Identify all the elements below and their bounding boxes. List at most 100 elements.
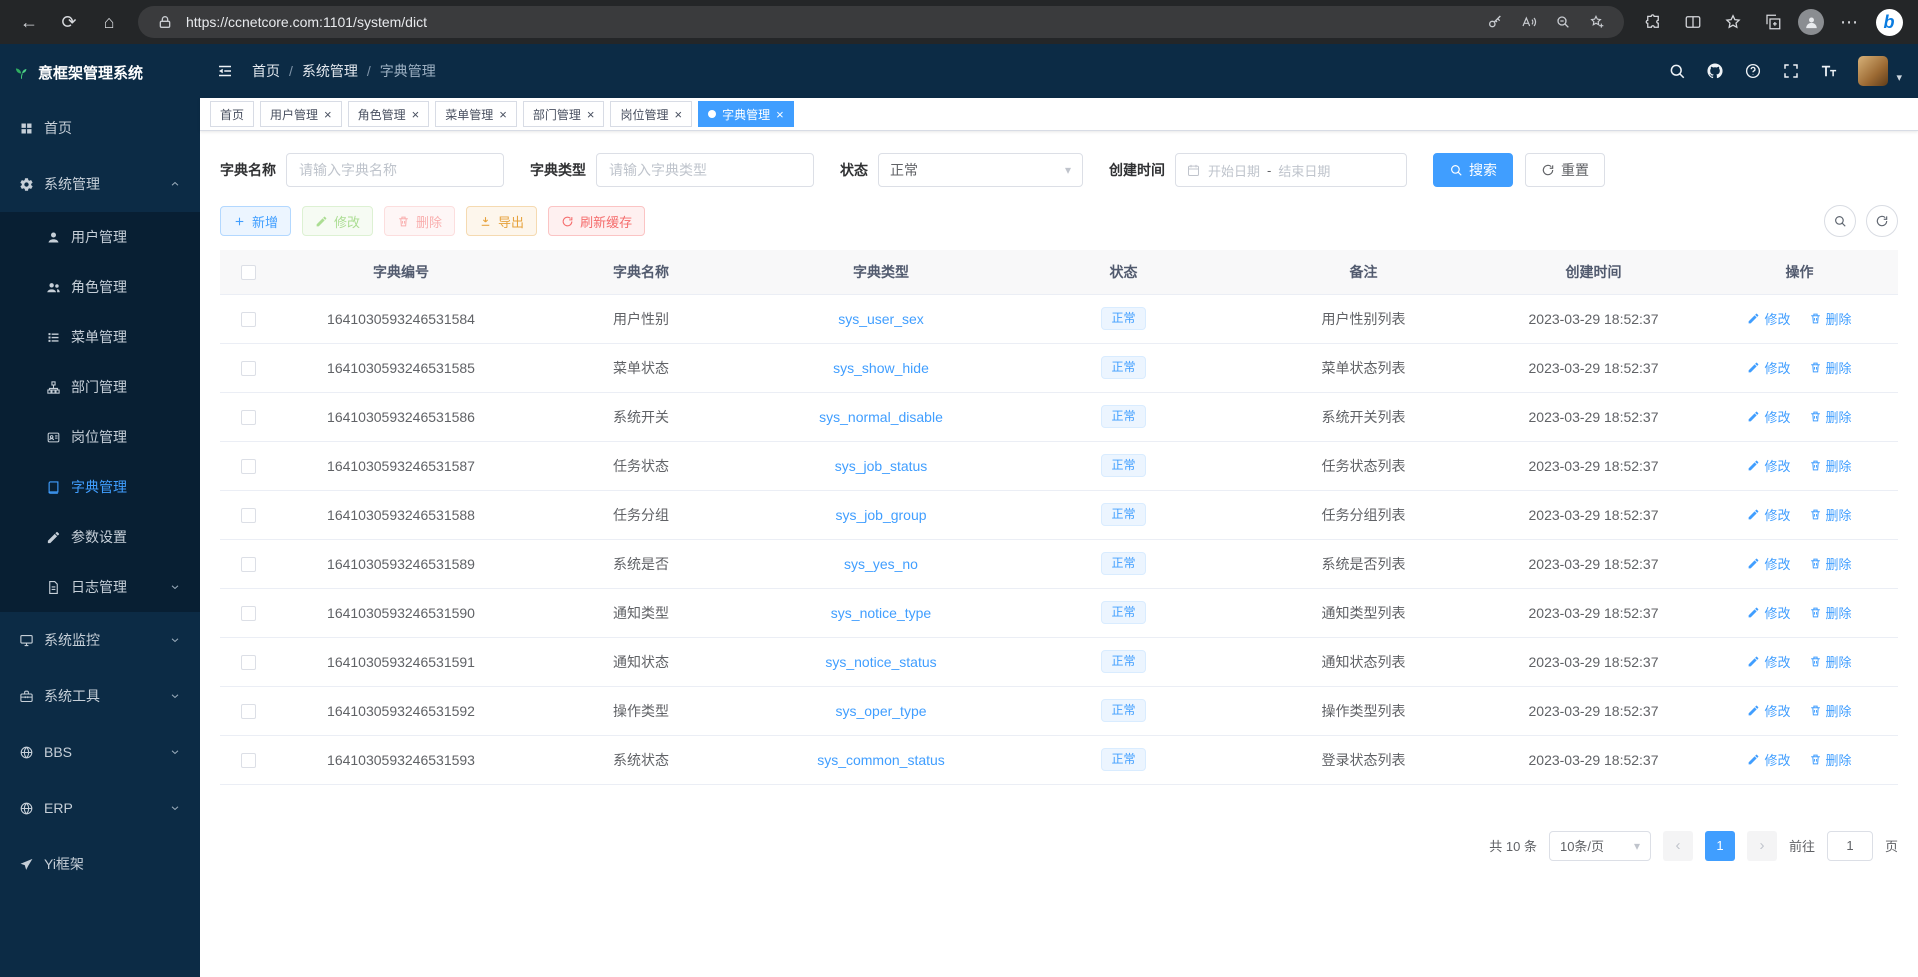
edit-row-action[interactable]: 修改 xyxy=(1747,554,1790,573)
row-checkbox[interactable] xyxy=(241,557,256,572)
address-bar[interactable]: https://ccnetcore.com:1101/system/dict xyxy=(138,6,1624,38)
row-checkbox[interactable] xyxy=(241,410,256,425)
browser-profile-button[interactable] xyxy=(1794,5,1828,39)
dict-type-link[interactable]: sys_oper_type xyxy=(835,703,926,719)
dict-type-link[interactable]: sys_notice_type xyxy=(831,605,931,621)
github-icon[interactable] xyxy=(1706,62,1724,80)
bing-chat-button[interactable]: b xyxy=(1870,5,1908,39)
sidebar-item-dept-management[interactable]: 部门管理 xyxy=(0,362,200,412)
row-checkbox[interactable] xyxy=(241,508,256,523)
sidebar-item-log-management[interactable]: 日志管理 xyxy=(0,562,200,612)
edit-row-action[interactable]: 修改 xyxy=(1747,407,1790,426)
header-search-icon[interactable] xyxy=(1668,62,1686,80)
select-all-checkbox[interactable] xyxy=(241,265,256,280)
search-button[interactable]: 搜索 xyxy=(1433,153,1513,187)
breadcrumb-item[interactable]: 系统管理 xyxy=(302,61,358,81)
add-button[interactable]: 新增 xyxy=(220,206,291,236)
sidebar-item-role-management[interactable]: 角色管理 xyxy=(0,262,200,312)
dict-type-link[interactable]: sys_notice_status xyxy=(825,654,936,670)
edit-row-action[interactable]: 修改 xyxy=(1747,603,1790,622)
dict-type-link[interactable]: sys_job_status xyxy=(835,458,928,474)
help-icon[interactable] xyxy=(1744,62,1762,80)
sidebar-fold-icon[interactable] xyxy=(216,62,234,80)
fullscreen-icon[interactable] xyxy=(1782,62,1800,80)
row-checkbox[interactable] xyxy=(241,312,256,327)
delete-row-action[interactable]: 删除 xyxy=(1809,358,1852,377)
edit-row-action[interactable]: 修改 xyxy=(1747,456,1790,475)
delete-row-action[interactable]: 删除 xyxy=(1809,554,1852,573)
browser-back-icon[interactable]: ← xyxy=(10,5,48,39)
edit-row-action[interactable]: 修改 xyxy=(1747,505,1790,524)
sidebar-item-bbs[interactable]: BBS xyxy=(0,724,200,780)
zoom-out-icon[interactable] xyxy=(1550,9,1576,35)
close-icon[interactable]: × xyxy=(587,108,595,121)
dict-type-link[interactable]: sys_user_sex xyxy=(838,311,924,327)
dict-type-link[interactable]: sys_job_group xyxy=(835,507,926,523)
close-icon[interactable]: × xyxy=(324,108,332,121)
row-checkbox[interactable] xyxy=(241,361,256,376)
edit-row-action[interactable]: 修改 xyxy=(1747,701,1790,720)
next-page-button[interactable]: › xyxy=(1747,831,1777,861)
tab-home[interactable]: 首页 xyxy=(210,101,254,127)
tab-dept-management[interactable]: 部门管理× xyxy=(523,101,605,127)
date-range-picker[interactable]: 开始日期 - 结束日期 xyxy=(1175,153,1407,187)
app-logo[interactable]: 意框架管理系统 xyxy=(0,44,200,100)
dict-name-input[interactable] xyxy=(286,153,504,187)
extensions-icon[interactable] xyxy=(1634,5,1672,39)
browser-refresh-icon[interactable]: ⟳ xyxy=(50,5,88,39)
browser-home-icon[interactable]: ⌂ xyxy=(90,5,128,39)
refresh-table-button[interactable] xyxy=(1866,205,1898,237)
dict-type-input[interactable] xyxy=(596,153,814,187)
browser-more-menu-icon[interactable]: ⋯ xyxy=(1830,5,1868,39)
delete-button[interactable]: 删除 xyxy=(384,206,455,236)
delete-row-action[interactable]: 删除 xyxy=(1809,652,1852,671)
edit-row-action[interactable]: 修改 xyxy=(1747,358,1790,377)
edit-row-action[interactable]: 修改 xyxy=(1747,309,1790,328)
close-icon[interactable]: × xyxy=(674,108,682,121)
sidebar-item-param-settings[interactable]: 参数设置 xyxy=(0,512,200,562)
sidebar-item-system-management[interactable]: 系统管理 xyxy=(0,156,200,212)
dict-type-link[interactable]: sys_show_hide xyxy=(833,360,929,376)
delete-row-action[interactable]: 删除 xyxy=(1809,456,1852,475)
add-favorite-star-icon[interactable] xyxy=(1584,9,1610,35)
toggle-search-button[interactable] xyxy=(1824,205,1856,237)
split-screen-icon[interactable] xyxy=(1674,5,1712,39)
row-checkbox[interactable] xyxy=(241,704,256,719)
row-checkbox[interactable] xyxy=(241,459,256,474)
delete-row-action[interactable]: 删除 xyxy=(1809,505,1852,524)
font-size-icon[interactable] xyxy=(1820,62,1838,80)
dict-type-link[interactable]: sys_yes_no xyxy=(844,556,918,572)
tab-user-management[interactable]: 用户管理× xyxy=(260,101,342,127)
sidebar-item-system-monitor[interactable]: 系统监控 xyxy=(0,612,200,668)
prev-page-button[interactable]: ‹ xyxy=(1663,831,1693,861)
sidebar-item-dict-management[interactable]: 字典管理 xyxy=(0,462,200,512)
dict-type-link[interactable]: sys_normal_disable xyxy=(819,409,943,425)
reset-button[interactable]: 重置 xyxy=(1525,153,1605,187)
favorites-icon[interactable] xyxy=(1714,5,1752,39)
read-aloud-icon[interactable] xyxy=(1516,9,1542,35)
tab-post-management[interactable]: 岗位管理× xyxy=(610,101,692,127)
dict-type-link[interactable]: sys_common_status xyxy=(817,752,945,768)
close-icon[interactable]: × xyxy=(412,108,420,121)
status-select[interactable]: 正常 ▾ xyxy=(878,153,1083,187)
delete-row-action[interactable]: 删除 xyxy=(1809,407,1852,426)
password-key-icon[interactable] xyxy=(1482,9,1508,35)
page-size-select[interactable]: 10条/页 ▾ xyxy=(1549,831,1651,861)
breadcrumb-item[interactable]: 首页 xyxy=(252,61,280,81)
sidebar-item-system-tools[interactable]: 系统工具 xyxy=(0,668,200,724)
refresh-cache-button[interactable]: 刷新缓存 xyxy=(548,206,645,236)
edit-row-action[interactable]: 修改 xyxy=(1747,750,1790,769)
tab-role-management[interactable]: 角色管理× xyxy=(348,101,430,127)
export-button[interactable]: 导出 xyxy=(466,206,537,236)
tab-menu-management[interactable]: 菜单管理× xyxy=(435,101,517,127)
row-checkbox[interactable] xyxy=(241,606,256,621)
delete-row-action[interactable]: 删除 xyxy=(1809,309,1852,328)
sidebar-item-user-management[interactable]: 用户管理 xyxy=(0,212,200,262)
sidebar-item-menu-management[interactable]: 菜单管理 xyxy=(0,312,200,362)
goto-page-input[interactable] xyxy=(1827,831,1873,861)
tab-dict-management[interactable]: 字典管理× xyxy=(698,101,794,127)
delete-row-action[interactable]: 删除 xyxy=(1809,750,1852,769)
close-icon[interactable]: × xyxy=(499,108,507,121)
delete-row-action[interactable]: 删除 xyxy=(1809,603,1852,622)
user-avatar[interactable] xyxy=(1858,56,1888,86)
